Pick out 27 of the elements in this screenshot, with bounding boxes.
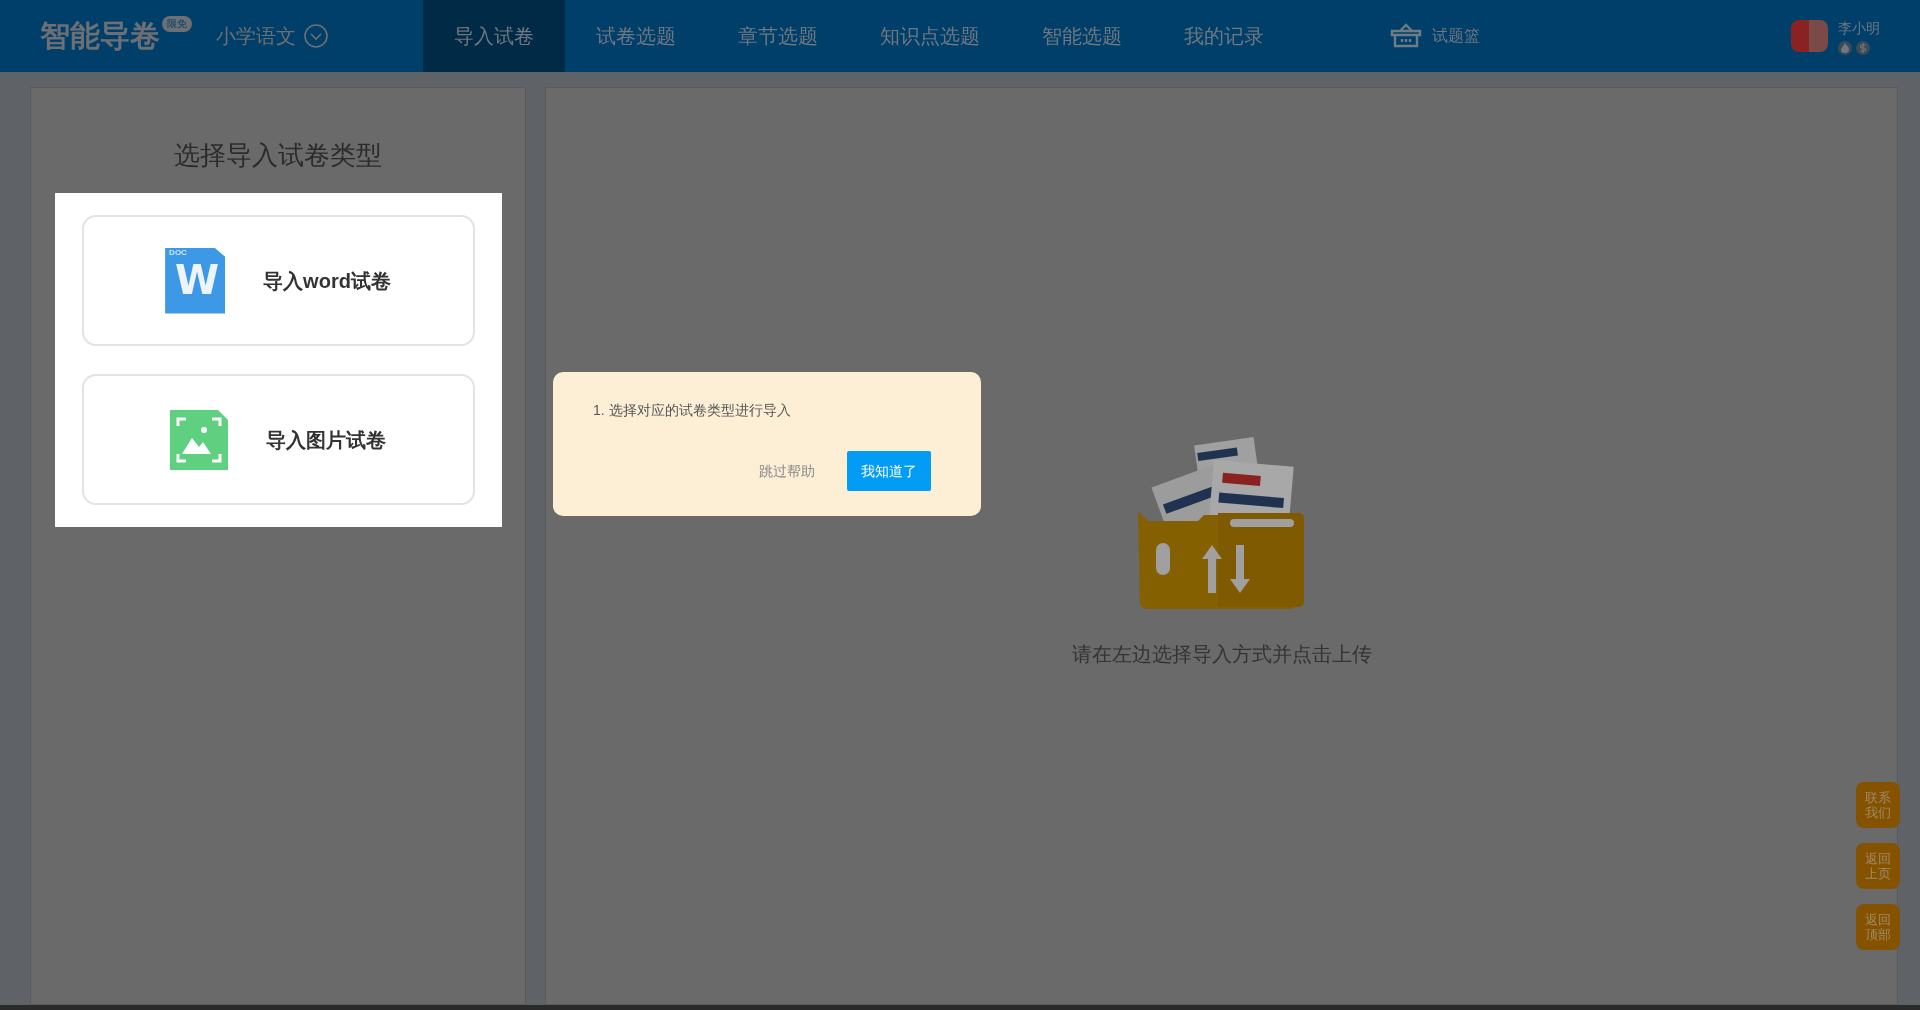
- side-float-button[interactable]: 返回 上页: [1856, 843, 1900, 889]
- basket-icon: [1390, 22, 1422, 50]
- nav-tab[interactable]: 章节选题: [707, 0, 849, 72]
- nav-tab[interactable]: 知识点选题: [849, 0, 1011, 72]
- import-option-card[interactable]: DOC W 导入word试卷: [81, 215, 475, 346]
- got-it-button[interactable]: 我知道了: [847, 451, 931, 491]
- guide-step-text: 1. 选择对应的试卷类型进行导入: [593, 401, 792, 420]
- logo-badge: 限免: [162, 16, 192, 32]
- nav-tab[interactable]: 试卷选题: [565, 0, 707, 72]
- doc-label: DOC: [169, 248, 187, 257]
- letter-w: W: [175, 259, 220, 300]
- nav-tab[interactable]: 我的记录: [1153, 0, 1295, 72]
- side-float-button[interactable]: 联系 我们: [1856, 782, 1900, 828]
- question-basket-button[interactable]: 试题篮: [1390, 0, 1480, 72]
- import-option-card[interactable]: 导入图片试卷: [81, 374, 475, 505]
- skip-help-link[interactable]: 跳过帮助: [759, 460, 815, 482]
- coin-icon: [1856, 40, 1870, 55]
- chevron-down-icon: [304, 24, 328, 48]
- user-avatar: [1791, 20, 1828, 52]
- image-file-icon: [170, 409, 228, 470]
- panel-title: 选择导入试卷类型: [174, 139, 382, 172]
- user-name: 李小明: [1838, 18, 1880, 38]
- subject-dropdown[interactable]: 小学语文: [216, 21, 328, 51]
- app-logo: 智能导卷: [40, 21, 160, 51]
- nav-tab[interactable]: 导入试卷: [423, 0, 565, 72]
- side-float-button[interactable]: 返回 顶部: [1856, 904, 1900, 950]
- nav-tab[interactable]: 智能选题: [1011, 0, 1153, 72]
